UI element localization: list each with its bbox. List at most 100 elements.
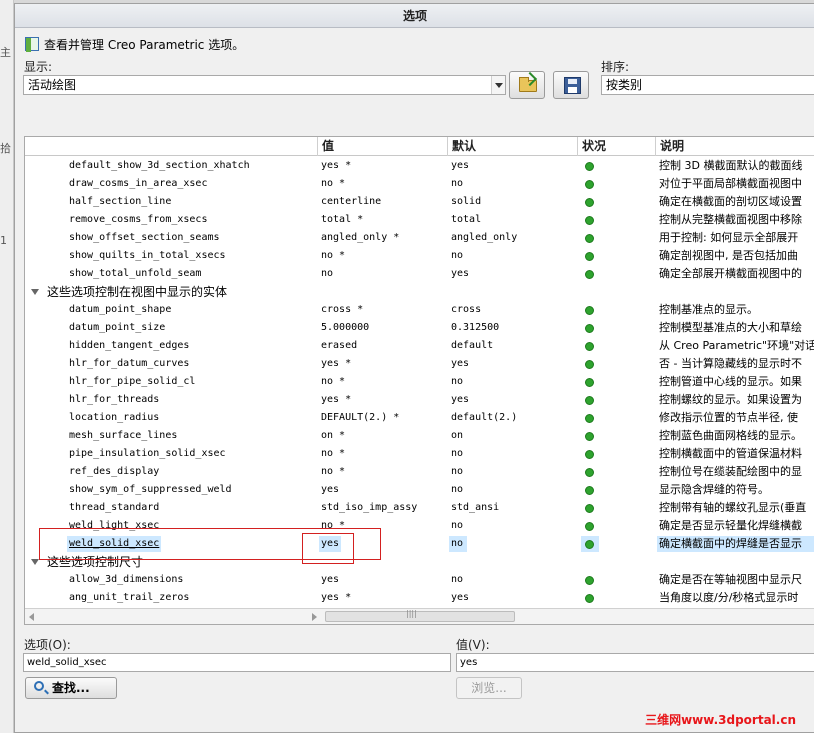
option-name: ref_des_display	[69, 466, 160, 477]
option-description: 控制管道中心线的显示。如果	[659, 375, 802, 388]
option-value[interactable]: no *	[321, 373, 441, 391]
table-row[interactable]: datum_point_shape cross * cross 控制基准点的显示…	[25, 301, 814, 319]
option-name: datum_point_size	[69, 322, 166, 333]
header-value[interactable]: 值	[317, 137, 447, 156]
table-row[interactable]: datum_point_size 5.000000 0.312500 控制模型基…	[25, 319, 814, 337]
browse-button[interactable]: 浏览...	[456, 677, 522, 699]
status-cell	[581, 193, 651, 211]
option-default: cross	[451, 304, 482, 315]
option-value[interactable]: on *	[321, 427, 441, 445]
status-cell	[581, 265, 651, 283]
group-row-dimensions[interactable]: 这些选项控制尺寸	[25, 553, 814, 571]
option-value[interactable]: no	[321, 265, 441, 283]
table-row[interactable]: hlr_for_threads yes * yes 控制螺纹的显示。如果设置为	[25, 391, 814, 409]
status-cell	[581, 427, 651, 445]
option-value[interactable]: centerline	[321, 193, 441, 211]
status-dot-icon	[585, 270, 594, 279]
table-row[interactable]: show_offset_section_seams angled_only * …	[25, 229, 814, 247]
save-config-button[interactable]	[553, 71, 589, 99]
status-cell	[581, 175, 651, 193]
table-row[interactable]: ang_unit_trail_zeros yes * yes 当角度以度/分/秒…	[25, 589, 814, 607]
table-row[interactable]: hlr_for_datum_curves yes * yes 否 - 当计算隐藏…	[25, 355, 814, 373]
option-description: 否 - 当计算隐藏线的显示时不	[659, 357, 802, 370]
header-name[interactable]	[25, 137, 317, 156]
option-value[interactable]: total *	[321, 211, 441, 229]
table-row[interactable]: weld_light_xsec no * no 确定是否显示轻量化焊缝横截	[25, 517, 814, 535]
table-row[interactable]: mesh_surface_lines on * on 控制蓝色曲面网格线的显示。	[25, 427, 814, 445]
option-value[interactable]: no *	[321, 463, 441, 481]
option-name: show_quilts_in_total_xsecs	[69, 250, 226, 261]
option-value[interactable]: erased	[321, 337, 441, 355]
option-value[interactable]: std_iso_imp_assy	[321, 499, 441, 517]
horizontal-scrollbar[interactable]	[25, 608, 814, 624]
group-title: 这些选项控制尺寸	[47, 555, 144, 569]
status-dot-icon	[585, 216, 594, 225]
table-row[interactable]: pipe_insulation_solid_xsec no * no 控制横截面…	[25, 445, 814, 463]
scrollbar-thumb[interactable]	[325, 609, 515, 622]
option-value[interactable]: DEFAULT(2.) *	[321, 409, 441, 427]
status-cell	[581, 337, 651, 355]
chevron-down-icon[interactable]	[491, 76, 505, 94]
table-row[interactable]: hidden_tangent_edges erased default 从 Cr…	[25, 337, 814, 355]
option-default: no	[451, 466, 464, 477]
table-row[interactable]: half_section_line centerline solid 确定在横截…	[25, 193, 814, 211]
status-dot-icon	[585, 396, 594, 405]
table-row[interactable]: remove_cosms_from_xsecs total * total 控制…	[25, 211, 814, 229]
table-row[interactable]: show_quilts_in_total_xsecs no * no 确定剖视图…	[25, 247, 814, 265]
table-row[interactable]: location_radius DEFAULT(2.) * default(2.…	[25, 409, 814, 427]
group-row-display-entities[interactable]: 这些选项控制在视图中显示的实体	[25, 283, 814, 301]
option-value[interactable]: yes *	[321, 391, 441, 409]
table-row[interactable]: default_show_3d_section_xhatch yes * yes…	[25, 157, 814, 175]
option-default: no	[451, 250, 464, 261]
open-config-button[interactable]	[509, 71, 545, 99]
option-value[interactable]: yes *	[321, 589, 441, 607]
options-table: 值 默认 状况 说明 default_show_3d_section_xhatc…	[24, 136, 814, 625]
option-value[interactable]: no *	[321, 517, 441, 535]
options-dialog: 选项 查看并管理 Creo Parametric 选项。 显示: 活动绘图 排序…	[14, 3, 814, 733]
dialog-title[interactable]: 选项	[15, 4, 814, 28]
collapse-triangle-icon[interactable]	[31, 288, 39, 295]
table-row-selected[interactable]: weld_solid_xsec yes no 确定横截面中的焊缝是否显示	[25, 535, 814, 553]
value-input[interactable]: yes	[456, 653, 814, 672]
table-row[interactable]: ref_des_display no * no 控制位号在缆装配绘图中的显	[25, 463, 814, 481]
option-value[interactable]: 5.000000	[321, 319, 441, 337]
option-value[interactable]: yes	[321, 481, 441, 499]
status-dot-icon	[585, 486, 594, 495]
option-value[interactable]: no *	[321, 445, 441, 463]
sort-label: 排序:	[601, 60, 630, 74]
table-row[interactable]: hlr_for_pipe_solid_cl no * no 控制管道中心线的显示…	[25, 373, 814, 391]
table-row[interactable]: thread_standard std_iso_imp_assy std_ans…	[25, 499, 814, 517]
status-dot-icon	[585, 378, 594, 387]
display-select[interactable]: 活动绘图	[23, 75, 506, 95]
table-row[interactable]: allow_3d_dimensions yes no 确定是否在等轴视图中显示尺	[25, 571, 814, 589]
status-dot-icon	[585, 450, 594, 459]
option-value[interactable]: no *	[321, 247, 441, 265]
option-input[interactable]: weld_solid_xsec	[23, 653, 451, 672]
option-value[interactable]: yes	[321, 571, 441, 589]
status-dot-icon	[585, 576, 594, 585]
option-default: no	[451, 484, 464, 495]
header-status[interactable]: 状况	[577, 137, 655, 156]
option-value[interactable]: no *	[321, 175, 441, 193]
option-name: datum_point_shape	[69, 304, 172, 315]
option-description: 确定横截面中的焊缝是否显示	[659, 537, 802, 550]
table-row[interactable]: show_total_unfold_seam no yes 确定全部展开横截面视…	[25, 265, 814, 283]
option-description: 当角度以度/分/秒格式显示时	[659, 591, 799, 604]
header-description[interactable]: 说明	[655, 137, 814, 156]
header-default[interactable]: 默认	[447, 137, 577, 156]
collapse-triangle-icon[interactable]	[31, 558, 39, 565]
option-value[interactable]: angled_only *	[321, 229, 441, 247]
sort-select[interactable]: 按类别	[601, 75, 814, 95]
save-icon	[564, 77, 581, 94]
scroll-right-icon[interactable]	[312, 613, 317, 621]
find-button[interactable]: 查找...	[25, 677, 117, 699]
table-row[interactable]: show_sym_of_suppressed_weld yes no 显示隐含焊…	[25, 481, 814, 499]
scroll-left-icon[interactable]	[29, 613, 34, 621]
table-row[interactable]: draw_cosms_in_area_xsec no * no 对位于平面局部横…	[25, 175, 814, 193]
option-value[interactable]: yes *	[321, 157, 441, 175]
option-value[interactable]: yes	[321, 535, 441, 553]
option-value[interactable]: yes *	[321, 355, 441, 373]
option-input-value: weld_solid_xsec	[27, 657, 107, 668]
info-text: 查看并管理 Creo Parametric 选项。	[44, 37, 245, 52]
option-value[interactable]: cross *	[321, 301, 441, 319]
